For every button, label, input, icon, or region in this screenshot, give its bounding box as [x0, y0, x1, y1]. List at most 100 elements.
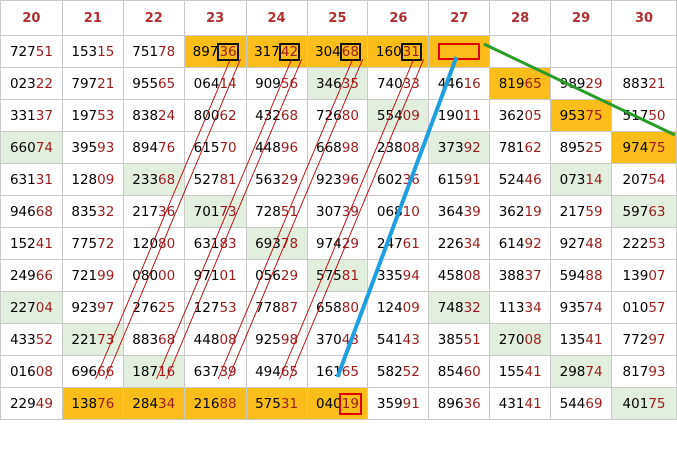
number-tail: 34 — [463, 235, 481, 252]
number-tail: 39 — [219, 363, 237, 380]
number-tail: 68 — [158, 171, 176, 188]
number-cell: 55409 — [367, 99, 430, 132]
number-cell — [489, 35, 552, 68]
number-cell: 97101 — [183, 259, 247, 292]
number-tail: 81 — [341, 267, 359, 284]
number-tail: 09 — [402, 107, 420, 124]
number-head: 401 — [622, 395, 649, 412]
number-cell: 06810 — [367, 195, 430, 228]
number-tail: 92 — [524, 235, 542, 252]
number-head: 359 — [376, 395, 403, 412]
number-head: 971 — [193, 267, 220, 284]
column-header: 20 — [0, 0, 63, 36]
number-cell: 95375 — [550, 99, 613, 132]
number-tail: 51 — [280, 203, 299, 220]
number-head: 727 — [9, 43, 36, 60]
number-tail: 96 — [280, 139, 299, 156]
number-cell: 05629 — [245, 259, 308, 292]
table-row: 94668 83532 21736 70173 72851 30739 06810 36439… — [0, 195, 677, 228]
number-head: 854 — [437, 363, 464, 380]
number-tail: 80 — [158, 235, 176, 252]
number-head: 276 — [132, 299, 159, 316]
number-head: 068 — [376, 203, 403, 220]
number-head: 120 — [132, 235, 159, 252]
number-head: 362 — [498, 203, 525, 220]
number-tail: 75 — [648, 139, 666, 156]
number-cell: 69666 — [61, 355, 124, 388]
number-cell: 95565 — [122, 67, 185, 100]
number-tail: 04 — [35, 299, 53, 316]
number-head: 602 — [376, 171, 403, 188]
number-tail: 99 — [97, 267, 115, 284]
number-head: 660 — [9, 139, 36, 156]
number-cell: 36439 — [428, 195, 491, 228]
number-cell: 21759 — [550, 195, 613, 228]
number-cell: 27625 — [122, 291, 185, 324]
column-header: 23 — [183, 0, 247, 36]
number-tail: 68 — [158, 331, 176, 348]
number-head: 139 — [622, 267, 649, 284]
number-tail: 59 — [585, 203, 603, 220]
number-cell: 77572 — [61, 227, 124, 260]
number-cell: 92396 — [306, 163, 369, 196]
number-head: 304 — [314, 43, 341, 60]
number-head: 894 — [132, 139, 159, 156]
number-cell: 02322 — [0, 67, 63, 100]
number-head: 395 — [71, 139, 98, 156]
number-cell: 12409 — [367, 291, 430, 324]
number-tail: 32 — [463, 299, 481, 316]
number-tail: 91 — [402, 395, 420, 412]
number-tail: 35 — [341, 75, 359, 92]
number-cell: 69378 — [245, 227, 308, 260]
number-cell: 07314 — [550, 163, 613, 196]
number-head: 554 — [376, 107, 403, 124]
number-tail: 21 — [648, 75, 666, 92]
number-cell: 59763 — [611, 195, 677, 228]
number-tail: 63 — [648, 203, 666, 220]
number-head: 974 — [622, 139, 649, 156]
number-tail: 56 — [280, 75, 299, 92]
number-cell: 22173 — [61, 323, 124, 356]
number-head: 388 — [498, 267, 525, 284]
number-head: 631 — [193, 235, 220, 252]
number-head: 772 — [622, 331, 649, 348]
number-cell: 89736 — [183, 35, 247, 68]
number-cell: 13907 — [611, 259, 677, 292]
number-head: 458 — [437, 267, 464, 284]
number-head: 307 — [315, 203, 342, 220]
number-head: 748 — [437, 299, 464, 316]
number-tail: 80 — [341, 107, 359, 124]
number-cell: 28434 — [122, 387, 185, 420]
number-head: 207 — [622, 171, 649, 188]
number-tail: 65 — [341, 363, 359, 380]
number-head: 226 — [437, 235, 464, 252]
number-cell: 52781 — [183, 163, 247, 196]
number-head: 989 — [559, 75, 586, 92]
number-head: 197 — [71, 107, 98, 124]
number-tail: 21 — [97, 75, 115, 92]
number-cell: 56329 — [245, 163, 308, 196]
number-tail: 88 — [219, 395, 237, 412]
number-head: 819 — [498, 75, 525, 92]
number-cell: 06414 — [183, 67, 247, 100]
number-cell: 74033 — [367, 67, 430, 100]
number-tail: 34 — [158, 395, 176, 412]
boxed-number-tail: 31 — [400, 42, 422, 61]
number-tail: 76 — [158, 139, 176, 156]
number-tail: 80 — [341, 299, 359, 316]
number-head: 883 — [622, 75, 649, 92]
number-cell: 52446 — [489, 163, 552, 196]
column-header: 21 — [61, 0, 124, 36]
number-head: 135 — [559, 331, 586, 348]
number-cell: 98929 — [550, 67, 613, 100]
number-cell: 49465 — [245, 355, 308, 388]
number-tail: 68 — [280, 107, 299, 124]
number-head: 896 — [437, 395, 464, 412]
number-tail: 52 — [402, 363, 420, 380]
number-head: 448 — [193, 331, 220, 348]
number-head: 494 — [255, 363, 281, 380]
number-tail: 75 — [585, 107, 603, 124]
number-cell: 72751 — [0, 35, 63, 68]
number-head: 056 — [255, 267, 281, 284]
number-cell: 77297 — [611, 323, 677, 356]
